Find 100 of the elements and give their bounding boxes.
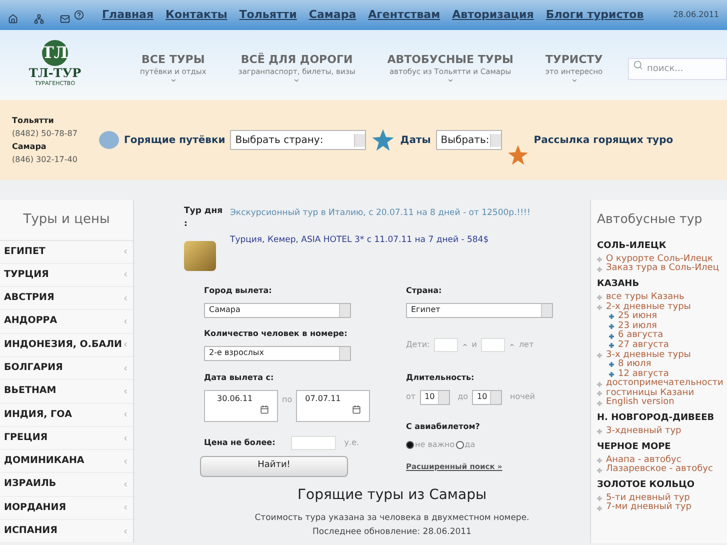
city-select[interactable]: Самара [204,302,351,318]
logo-mark: ТЛ [42,40,68,66]
bus-tour-link[interactable]: 25 июня [618,312,658,322]
bus-tour-link[interactable]: 27 августа [618,340,669,350]
date-field[interactable]: 30.06.11 [204,390,278,422]
children-age-field[interactable] [434,338,458,352]
field-label: С авиабилетом? [406,420,481,432]
mail-icon[interactable] [60,14,70,24]
bus-tour-link[interactable]: 7-ми дневный тур [606,503,692,514]
tour-link[interactable]: Экскурсионный тур в Италию, с 20.07.11 на 8 дней - от 12500р.!!!! [230,207,530,220]
region-heading: Н. НОВГОРОД-ДИВЕЕВ [597,412,716,426]
home-icon[interactable] [8,14,18,24]
date-field[interactable]: 07.07.11 [296,390,370,422]
bus-tour-link[interactable]: 8 июля [618,360,652,370]
city-name: Тольятти [12,115,55,127]
nav-link[interactable]: Главная [102,6,154,24]
country-menu-item[interactable]: ЕГИПЕТ [0,240,133,264]
country-menu-item[interactable]: ИСПАНИЯ [0,520,133,544]
bullet-icon [597,266,602,272]
bus-tour-link[interactable]: 3-х дневные туры [606,350,691,360]
children-label: Дети: [406,338,430,350]
nights-select[interactable]: 10 [420,390,450,404]
bus-tour-link[interactable]: гостиницы Казани [606,388,694,398]
bullet-icon [597,458,602,463]
radio-option[interactable]: не важно [406,438,455,450]
bullet-icon [597,391,602,396]
help-icon[interactable] [74,10,84,20]
field-label: Дата вылета с: [204,372,275,384]
nav-link[interactable]: Авторизация [452,6,534,24]
children-age-field[interactable] [480,338,505,352]
country-menu-item[interactable]: АВСТРИЯ [0,287,133,310]
bus-tour-link[interactable]: Лазаревское - автобус [606,465,713,475]
bullet-icon [609,372,614,377]
bus-tour-link[interactable]: все туры Казань [606,292,684,303]
country-select[interactable]: Выбрать страну: [230,130,366,150]
hot-deals-label[interactable]: Горящие путёвки [124,132,226,148]
field-label: Город вылета: [204,284,273,296]
bullet-icon [597,295,602,300]
nights-label: ночей [510,391,535,403]
bus-tour-link[interactable]: 6 августа [618,331,664,341]
country-menu-item[interactable]: АНДОРРА [0,310,133,334]
update-note: Последнее обновление: 28.06.2011 [312,526,472,539]
bus-tour-link[interactable]: English version [606,398,674,408]
field-label: Цена не более: [204,436,276,448]
country-menu-item[interactable]: ВЬЕТНАМ [0,380,133,404]
starfish-icon [371,128,396,152]
country-menu-item[interactable]: БОЛГАРИЯ [0,356,133,380]
logo-name: ТЛ-ТУР [28,66,82,80]
field-label: Количество человек в номере: [204,328,348,340]
calendar-icon[interactable] [352,404,362,414]
country-menu-item[interactable]: ИОРДАНИЯ [0,496,133,520]
country-menu-item[interactable]: ТУРЦИЯ [0,264,133,288]
country-menu-item[interactable]: ИЗРАИЛЬ [0,473,133,497]
bus-tour-link[interactable]: 5-ти дневный тур [606,494,690,504]
search-button[interactable]: Найти! [200,456,348,476]
nav-link[interactable]: Самара [308,6,356,24]
region-heading: ЧЕРНОЕ МОРЕ [597,440,672,454]
radio-option[interactable]: да [456,438,476,450]
bullet-icon [597,429,602,434]
nav-link[interactable]: Тольятти [239,6,297,24]
bus-tour-link[interactable]: Заказ тура в Соль-Илец [606,264,719,274]
nav-link[interactable]: Агентствам [368,6,440,24]
price-field[interactable] [291,436,336,450]
to-label: до [458,391,468,403]
field-label: Длительность: [406,372,476,384]
currency-label: у.е. [344,436,360,448]
bus-tour-link[interactable]: 23 июля [618,322,657,332]
people-select[interactable]: 2-е взрослых [204,346,351,360]
from-label: от [406,391,416,403]
country-menu-item[interactable]: ИНДОНЕЗИЯ, О.БАЛИ [0,334,133,357]
date-select[interactable]: Выбрать: [436,130,502,150]
bus-tour-link[interactable]: 2-х дневные туры [606,302,691,312]
city-name: Самара [12,141,48,153]
tour-link[interactable]: Турция, Кемер, ASIA HOTEL 3* с 11.07.11 на 7 дней - 584$ [230,234,530,246]
price-note: Стоимость тура указана за человека в двухместном номере. [254,512,530,524]
mailing-link[interactable]: Рассылка горящих туро [534,132,674,148]
starfish-icon [506,144,529,166]
nav-link[interactable]: Контакты [166,6,228,24]
caret-icon [446,77,454,84]
country-menu-item[interactable]: ДОМИНИКАНА [0,450,133,474]
bus-tour-link[interactable]: 12 августа [618,370,669,380]
bus-tour-link[interactable]: О курорте Соль-Илецк [606,254,713,264]
bullet-icon [609,314,614,320]
country-select[interactable]: Египет [406,302,553,318]
sitemap-icon[interactable] [34,14,44,24]
bus-tour-link[interactable]: 3-хдневный тур [606,427,682,437]
bus-tour-link[interactable]: Анапа - автобус [606,456,682,466]
phone-number: (8482) 50-78-87 [12,128,78,140]
dates-label[interactable]: Даты [400,132,431,148]
bullet-icon [597,468,602,473]
country-menu-item[interactable]: ГРЕЦИЯ [0,426,133,450]
caret-icon [570,77,578,84]
bus-tour-link[interactable]: достопримечательности [606,379,724,389]
search-field[interactable]: поиск... [628,58,727,80]
years-label: лет [518,338,534,350]
country-menu-item[interactable]: ИНДИЯ, ГОА [0,404,133,427]
nights-select[interactable]: 10 [472,390,502,404]
calendar-icon[interactable] [260,404,269,414]
tour-of-day-label: Тур дня : [184,205,224,230]
nav-link[interactable]: Блоги туристов [546,6,644,24]
